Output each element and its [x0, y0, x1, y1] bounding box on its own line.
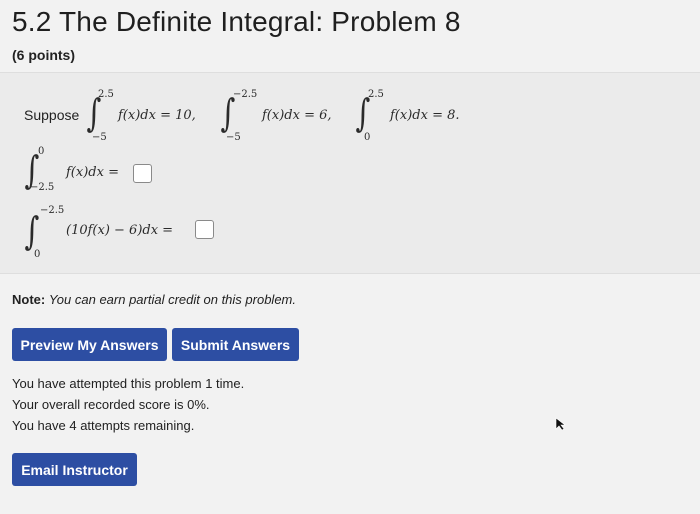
mouse-cursor-icon	[555, 417, 566, 431]
lower-limit: 0	[34, 249, 41, 260]
upper-limit: 2.5	[98, 89, 114, 100]
answer-input-2[interactable]	[195, 220, 214, 239]
lower-limit: −5	[92, 132, 107, 143]
suppose-label: Suppose	[24, 107, 80, 123]
integral-sign: ∫	[24, 209, 40, 253]
lower-limit: −2.5	[30, 182, 55, 193]
integrand-text: f(x)dx = 10,	[118, 108, 196, 123]
upper-limit: −2.5	[233, 89, 258, 100]
remaining-text: You have 4 attempts remaining.	[12, 418, 195, 433]
note-label: Note:	[12, 292, 46, 307]
email-instructor-button[interactable]: Email Instructor	[12, 453, 137, 486]
answer-input-1[interactable]	[133, 164, 152, 183]
lower-limit: 0	[364, 132, 371, 143]
note: Note: You can earn partial credit on thi…	[12, 292, 296, 307]
score-text: Your overall recorded score is 0%.	[12, 397, 210, 412]
preview-answers-button[interactable]: Preview My Answers	[12, 328, 167, 361]
upper-limit: 0	[38, 146, 45, 157]
integrand-text: f(x)dx = 6,	[262, 108, 332, 123]
upper-limit: 2.5	[368, 89, 384, 100]
lower-limit: −5	[226, 132, 241, 143]
page-title: 5.2 The Definite Integral: Problem 8	[12, 6, 461, 37]
integrand-text: (10f(x) − 6)dx =	[66, 223, 174, 238]
note-text: You can earn partial credit on this prob…	[48, 292, 296, 307]
points-label: (6 points)	[12, 47, 75, 63]
integrand-text: f(x)dx = 8.	[390, 108, 460, 123]
attempts-text: You have attempted this problem 1 time.	[12, 376, 245, 391]
integrand-text: f(x)dx =	[66, 165, 119, 180]
upper-limit: −2.5	[40, 205, 65, 216]
submit-answers-button[interactable]: Submit Answers	[172, 328, 299, 361]
